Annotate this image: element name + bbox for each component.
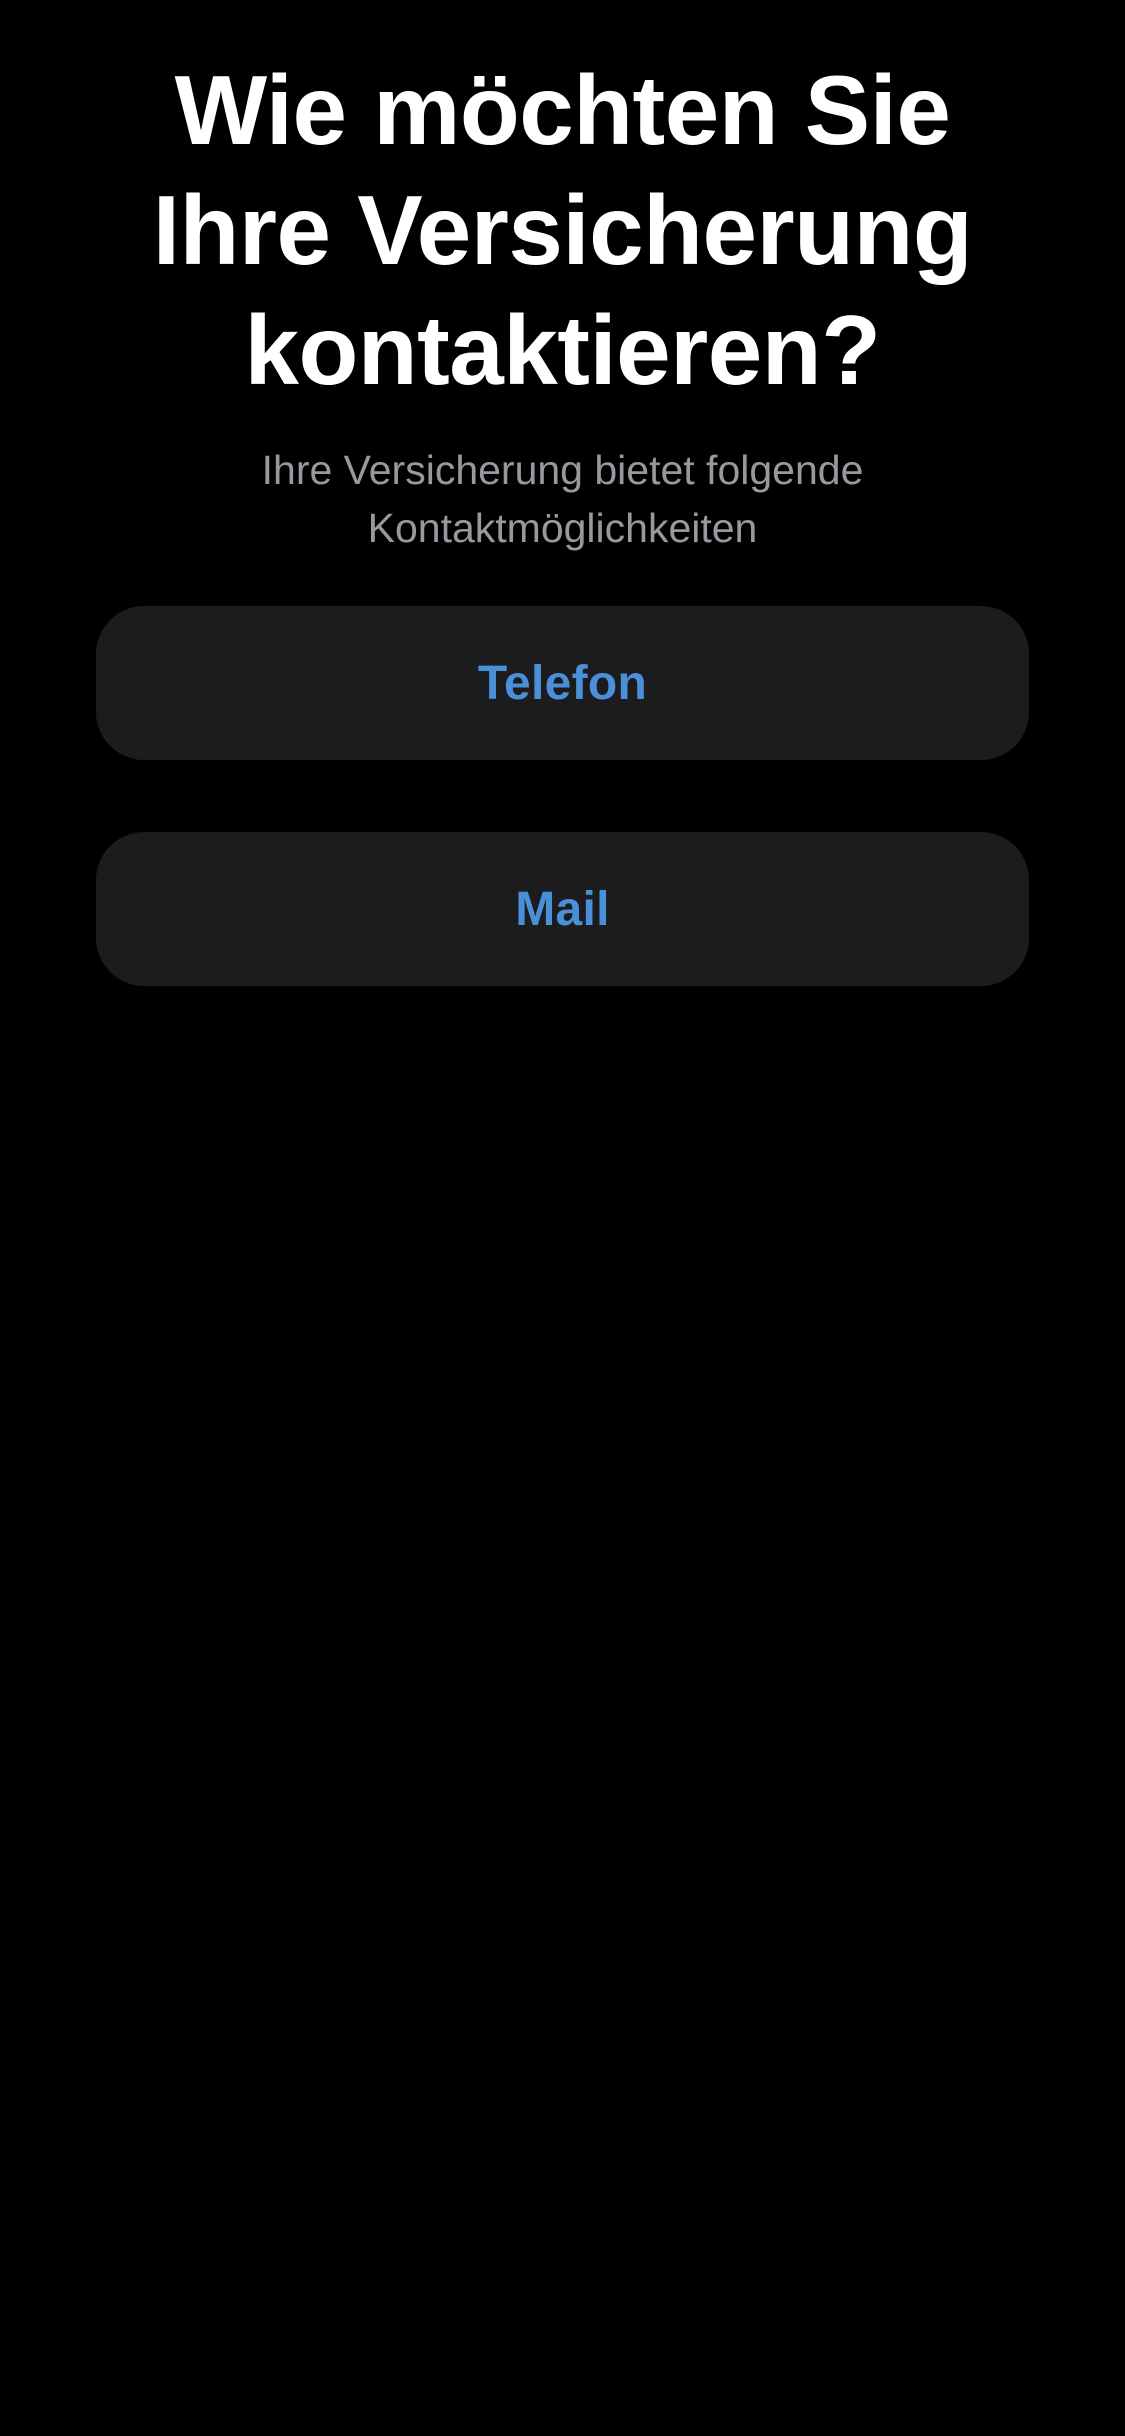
page-title-line-2: Ihre Versicherung bbox=[152, 175, 973, 285]
mail-contact-button[interactable]: Mail bbox=[96, 832, 1029, 986]
contact-options-screen: Wie möchten Sie Ihre Versicherung kontak… bbox=[0, 0, 1125, 2436]
page-title-line-1: Wie möchten Sie bbox=[174, 55, 951, 165]
page-title: Wie möchten Sie Ihre Versicherung kontak… bbox=[60, 50, 1065, 410]
mail-contact-label: Mail bbox=[515, 882, 610, 936]
page-subtitle-line-1: Ihre Versicherung bietet folgende bbox=[261, 447, 864, 493]
page-subtitle: Ihre Versicherung bietet folgende Kontak… bbox=[120, 441, 1005, 557]
page-title-line-3: kontaktieren? bbox=[244, 295, 881, 405]
page-subtitle-line-2: Kontaktmöglichkeiten bbox=[367, 505, 758, 551]
phone-contact-label: Telefon bbox=[477, 656, 648, 710]
phone-contact-button[interactable]: Telefon bbox=[96, 606, 1029, 760]
